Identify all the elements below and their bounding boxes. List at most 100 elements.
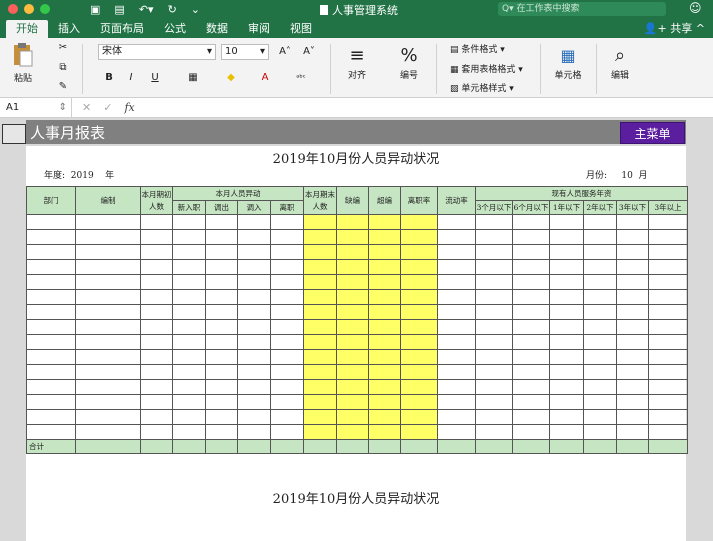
table-cell[interactable] xyxy=(75,394,141,410)
table-cell[interactable] xyxy=(368,394,401,410)
table-cell[interactable] xyxy=(512,334,550,350)
table-body[interactable]: 合计 xyxy=(26,214,689,454)
table-cell[interactable] xyxy=(172,304,206,320)
table-cell[interactable] xyxy=(616,244,649,260)
table-cell[interactable] xyxy=(303,274,337,290)
table-cell[interactable] xyxy=(26,289,76,305)
bold-button[interactable]: B xyxy=(100,70,118,86)
table-cell[interactable] xyxy=(549,229,584,245)
table-cell[interactable] xyxy=(26,424,76,440)
paste-button[interactable]: 粘贴 xyxy=(8,42,38,84)
personnel-change-table[interactable]: 部门 编制 本月期初人数 本月人员异动 本月期末人数 缺编 超编 离职率 流动率… xyxy=(26,186,689,454)
table-row[interactable] xyxy=(26,274,689,290)
table-cell[interactable] xyxy=(237,214,271,230)
tab-review[interactable]: 审阅 xyxy=(238,20,280,38)
table-cell[interactable] xyxy=(437,379,476,395)
cell-style-button[interactable]: ▨ 单元格样式 ▾ xyxy=(450,81,514,94)
table-cell[interactable] xyxy=(303,379,337,395)
confirm-formula-icon[interactable]: ✓ xyxy=(103,101,112,114)
table-cell[interactable] xyxy=(336,319,369,335)
table-cell[interactable] xyxy=(400,319,438,335)
table-cell[interactable] xyxy=(270,229,304,245)
table-cell[interactable] xyxy=(205,394,238,410)
copy-icon[interactable]: ⧉ xyxy=(54,60,72,76)
table-cell[interactable] xyxy=(26,379,76,395)
table-cell[interactable] xyxy=(475,274,513,290)
table-cell[interactable] xyxy=(140,259,173,275)
table-cell[interactable] xyxy=(336,214,369,230)
table-cell[interactable] xyxy=(26,214,76,230)
table-cell[interactable] xyxy=(647,424,689,440)
table-row[interactable] xyxy=(26,304,689,320)
table-cell[interactable] xyxy=(140,364,173,380)
table-cell[interactable] xyxy=(336,244,369,260)
table-cell[interactable] xyxy=(368,409,401,425)
table-cell[interactable] xyxy=(647,319,689,335)
table-cell[interactable] xyxy=(400,334,438,350)
table-cell[interactable] xyxy=(647,364,689,380)
table-cell[interactable] xyxy=(437,334,476,350)
table-cell[interactable] xyxy=(140,274,173,290)
name-box[interactable]: A1 ⇕ xyxy=(0,98,72,117)
table-cell[interactable] xyxy=(475,289,513,305)
table-cell[interactable] xyxy=(549,409,584,425)
table-cell[interactable] xyxy=(368,424,401,440)
table-cell[interactable] xyxy=(549,349,584,365)
table-row[interactable] xyxy=(26,424,689,440)
table-cell[interactable] xyxy=(400,379,438,395)
table-cell[interactable] xyxy=(583,424,617,440)
table-cell[interactable] xyxy=(172,424,206,440)
table-cell[interactable] xyxy=(616,334,649,350)
table-row[interactable] xyxy=(26,214,689,230)
table-cell[interactable] xyxy=(336,394,369,410)
table-cell[interactable] xyxy=(303,229,337,245)
table-cell[interactable] xyxy=(205,424,238,440)
table-cell[interactable] xyxy=(400,229,438,245)
table-cell[interactable] xyxy=(336,379,369,395)
total-row[interactable]: 合计 xyxy=(26,439,689,454)
table-cell[interactable] xyxy=(205,214,238,230)
table-cell[interactable] xyxy=(75,409,141,425)
font-size-select[interactable]: 10 ▾ xyxy=(221,44,269,60)
table-cell[interactable] xyxy=(368,244,401,260)
table-cell[interactable] xyxy=(475,409,513,425)
table-cell[interactable] xyxy=(583,289,617,305)
table-cell[interactable] xyxy=(303,289,337,305)
table-cell[interactable] xyxy=(237,349,271,365)
table-cell[interactable] xyxy=(368,289,401,305)
table-cell[interactable] xyxy=(583,379,617,395)
table-cell[interactable] xyxy=(475,394,513,410)
table-cell[interactable] xyxy=(512,424,550,440)
total-cell[interactable] xyxy=(172,439,206,454)
table-cell[interactable] xyxy=(583,334,617,350)
table-cell[interactable] xyxy=(512,259,550,275)
table-cell[interactable] xyxy=(140,379,173,395)
table-cell[interactable] xyxy=(270,394,304,410)
table-cell[interactable] xyxy=(400,289,438,305)
table-cell[interactable] xyxy=(172,229,206,245)
total-cell[interactable] xyxy=(475,439,513,454)
italic-button[interactable]: I xyxy=(122,70,140,86)
table-cell[interactable] xyxy=(336,409,369,425)
table-cell[interactable] xyxy=(75,259,141,275)
table-cell[interactable] xyxy=(270,274,304,290)
table-cell[interactable] xyxy=(205,319,238,335)
table-cell[interactable] xyxy=(270,364,304,380)
table-cell[interactable] xyxy=(26,244,76,260)
table-row[interactable] xyxy=(26,319,689,335)
table-cell[interactable] xyxy=(75,289,141,305)
table-cell[interactable] xyxy=(172,259,206,275)
table-cell[interactable] xyxy=(475,364,513,380)
conditional-format-button[interactable]: ▤ 条件格式 ▾ xyxy=(450,42,505,55)
table-cell[interactable] xyxy=(368,274,401,290)
table-cell[interactable] xyxy=(400,409,438,425)
zoom-window-button[interactable] xyxy=(40,4,50,14)
table-row[interactable] xyxy=(26,244,689,260)
table-row[interactable] xyxy=(26,289,689,305)
table-cell[interactable] xyxy=(303,304,337,320)
table-cell[interactable] xyxy=(270,379,304,395)
table-cell[interactable] xyxy=(583,319,617,335)
collapse-ribbon-icon[interactable]: ^ xyxy=(696,22,705,35)
total-cell[interactable] xyxy=(303,439,337,454)
table-cell[interactable] xyxy=(205,274,238,290)
